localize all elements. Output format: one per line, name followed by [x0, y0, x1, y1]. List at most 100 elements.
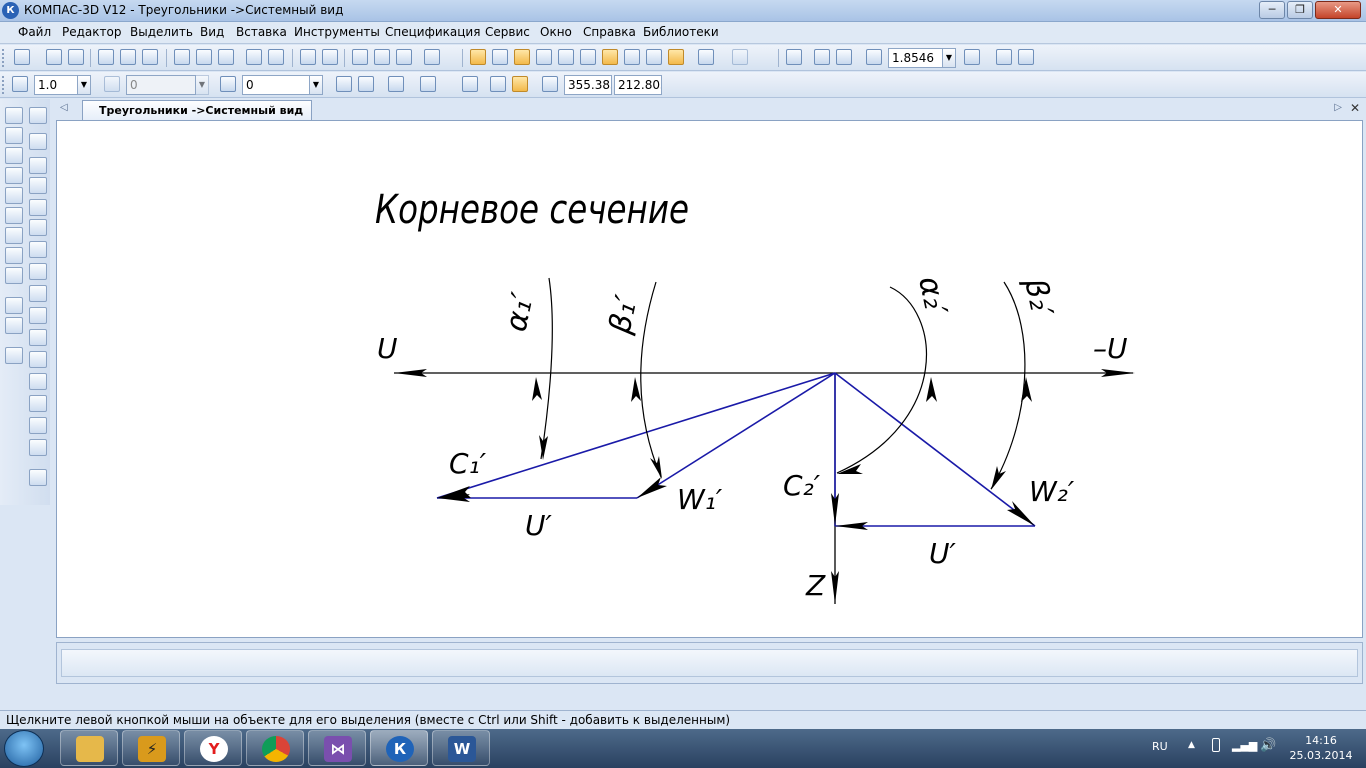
zoom-input[interactable]: 1.8546: [888, 48, 944, 68]
insert-panel-icon[interactable]: [5, 317, 23, 334]
properties-panel-body[interactable]: [61, 649, 1358, 677]
zoom-scale-icon[interactable]: [866, 49, 882, 65]
layer-icon[interactable]: [220, 76, 236, 92]
magnet-snap-icon[interactable]: [336, 76, 352, 92]
label-alpha1[interactable]: α₁′: [499, 289, 541, 334]
menu-tools[interactable]: Инструменты: [294, 25, 380, 39]
toolbar-grip[interactable]: [2, 49, 6, 67]
arc-alpha2[interactable]: [836, 286, 928, 474]
menu-file[interactable]: Файл: [18, 25, 51, 39]
menu-editor[interactable]: Редактор: [62, 25, 121, 39]
snap-disabled-icon[interactable]: [732, 49, 748, 65]
tray-expand-icon[interactable]: ▲: [1188, 740, 1195, 750]
arc-beta2[interactable]: [990, 281, 1026, 490]
polyline-tool-icon[interactable]: [29, 263, 47, 280]
grid-icon[interactable]: [420, 76, 436, 92]
snap-grid-icon[interactable]: [580, 49, 596, 65]
pan-icon[interactable]: [964, 49, 980, 65]
circle-tool-icon[interactable]: [29, 177, 47, 194]
point-tool-icon[interactable]: [29, 107, 47, 124]
parametrization-panel-icon[interactable]: [5, 187, 23, 204]
hatch-tool-icon[interactable]: [29, 417, 47, 434]
collect-contour-icon[interactable]: [29, 469, 47, 486]
undo-icon[interactable]: [300, 49, 316, 65]
taskbar-visual-studio[interactable]: ⋈: [308, 730, 366, 766]
snap-intersection-icon[interactable]: [514, 49, 530, 65]
menu-select[interactable]: Выделить: [130, 25, 193, 39]
coord-x-input[interactable]: 355.383: [564, 75, 612, 95]
line-scale-input[interactable]: 1.0: [34, 75, 78, 95]
label-u-left[interactable]: U: [377, 332, 398, 365]
menu-window[interactable]: Окно: [540, 25, 572, 39]
close-button[interactable]: ✕: [1315, 1, 1361, 19]
zoom-in-icon[interactable]: [814, 49, 830, 65]
local-cs-icon[interactable]: [12, 76, 28, 92]
label-alpha2[interactable]: α₂′: [911, 273, 953, 318]
cut-icon[interactable]: [174, 49, 190, 65]
print-icon[interactable]: [98, 49, 114, 65]
spline-tool-icon[interactable]: [29, 241, 47, 258]
manager-icon[interactable]: [352, 49, 368, 65]
layer-dropdown-icon[interactable]: ▼: [309, 75, 323, 95]
edit-panel-icon[interactable]: [5, 167, 23, 184]
language-indicator[interactable]: RU: [1152, 740, 1168, 753]
label-w2[interactable]: W₂′: [1029, 475, 1075, 508]
zoom-window-icon[interactable]: [786, 49, 802, 65]
label-beta2[interactable]: β₂′: [1017, 274, 1059, 320]
taskbar-chrome[interactable]: [246, 730, 304, 766]
snap-angle-icon[interactable]: [624, 49, 640, 65]
menu-insert[interactable]: Вставка: [236, 25, 287, 39]
snap-nearest-icon[interactable]: [492, 49, 508, 65]
menu-libraries[interactable]: Библиотеки: [643, 25, 719, 39]
minimize-button[interactable]: ─: [1259, 1, 1285, 19]
kompas-app-icon[interactable]: К: [2, 2, 19, 19]
arc-alpha1[interactable]: [540, 277, 553, 460]
tab-close-icon[interactable]: ✕: [1350, 101, 1360, 115]
layer-input[interactable]: 0: [242, 75, 310, 95]
fillet-tool-icon[interactable]: [29, 329, 47, 346]
segment-tool-icon[interactable]: [29, 157, 47, 174]
chamfer-tool-icon[interactable]: [29, 351, 47, 368]
magnet-local-icon[interactable]: [358, 76, 374, 92]
copy-icon[interactable]: [196, 49, 212, 65]
snap-tangent-icon[interactable]: [602, 49, 618, 65]
dimensions-panel-icon[interactable]: [5, 127, 23, 144]
polygon-tool-icon[interactable]: [29, 395, 47, 412]
round-icon[interactable]: [490, 76, 506, 92]
clock-time[interactable]: 14:16: [1296, 734, 1346, 747]
label-u2[interactable]: U′: [929, 537, 956, 570]
axes-icon[interactable]: [462, 76, 478, 92]
clock-date[interactable]: 25.03.2014: [1282, 749, 1360, 762]
show-all-icon[interactable]: [996, 49, 1012, 65]
variables-icon[interactable]: [396, 49, 412, 65]
coord-y-input[interactable]: 212.803: [614, 75, 662, 95]
maximize-button[interactable]: ❐: [1287, 1, 1313, 19]
snap-curve-icon[interactable]: [536, 49, 552, 65]
taskbar-kompas[interactable]: К: [370, 730, 428, 766]
taskbar-winamp[interactable]: ⚡: [122, 730, 180, 766]
auxiliary-line-icon[interactable]: [29, 133, 47, 150]
coord-icon[interactable]: [542, 76, 558, 92]
geometry-panel-icon[interactable]: [5, 107, 23, 124]
drawing-canvas[interactable]: Корневое сечение U –U Z α₁′ β₁′ α₂′ β₂′ …: [56, 120, 1363, 638]
network-icon[interactable]: ▂▄▆: [1232, 739, 1257, 752]
label-c1[interactable]: C₁′: [449, 447, 487, 480]
label-u-right[interactable]: –U: [1093, 332, 1128, 365]
menu-service[interactable]: Сервис: [485, 25, 530, 39]
tab-scroll-left-icon[interactable]: ◁: [60, 102, 68, 113]
label-w1[interactable]: W₁′: [677, 483, 723, 516]
cursor-snap-icon[interactable]: [512, 76, 528, 92]
start-button[interactable]: [4, 730, 44, 767]
library-icon[interactable]: [374, 49, 390, 65]
ellipse-tool-icon[interactable]: [29, 219, 47, 236]
line-scale-dropdown-icon[interactable]: ▼: [77, 75, 91, 95]
new-file-icon[interactable]: [14, 49, 30, 65]
save-icon[interactable]: [68, 49, 84, 65]
arc-tool-icon[interactable]: [29, 199, 47, 216]
equidistant-tool-icon[interactable]: [29, 307, 47, 324]
ortho-icon[interactable]: [388, 76, 404, 92]
print-preview-icon[interactable]: [120, 49, 136, 65]
label-beta1[interactable]: β₁′: [602, 292, 644, 338]
menu-help[interactable]: Справка: [583, 25, 636, 39]
report-panel-icon[interactable]: [5, 297, 23, 314]
